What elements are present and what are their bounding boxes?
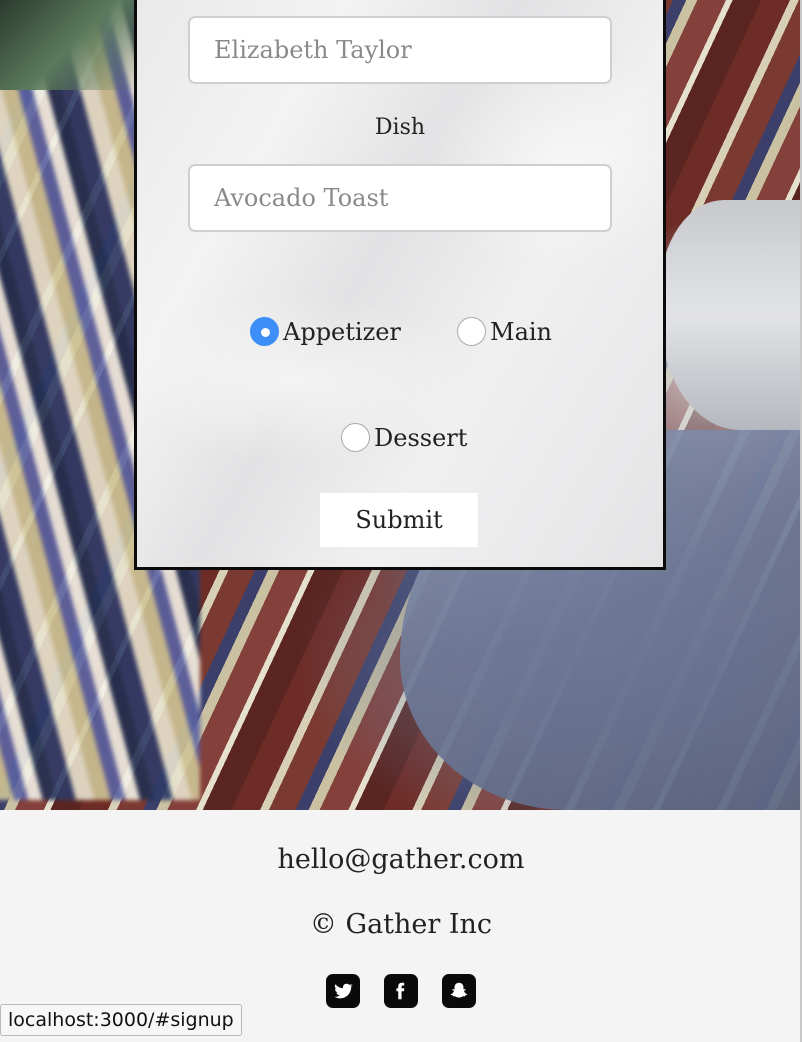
facebook-icon[interactable] [384,974,418,1008]
radio-appetizer-circle[interactable] [250,317,279,346]
footer-email: hello@gather.com [277,844,525,875]
dish-input[interactable] [188,164,612,232]
dish-label: Dish [374,115,426,140]
radio-appetizer[interactable]: Appetizer [250,317,401,346]
radio-dessert-circle[interactable] [341,423,370,452]
social-links [0,974,802,1008]
browser-status-url: localhost:3000/#signup [0,1004,242,1036]
name-input[interactable] [188,16,612,84]
radio-dessert[interactable]: Dessert [341,423,467,452]
radio-main[interactable]: Main [457,317,552,346]
radio-appetizer-label: Appetizer [283,317,401,346]
footer-copyright: © Gather Inc [309,909,493,940]
background-shirt [660,200,802,430]
background-shadow [0,0,140,90]
signup-form-card: Dish Appetizer Main Dessert Submit [134,0,666,570]
snapchat-icon[interactable] [442,974,476,1008]
twitter-icon[interactable] [326,974,360,1008]
radio-main-circle[interactable] [457,317,486,346]
radio-main-label: Main [490,317,553,346]
submit-button[interactable]: Submit [320,493,478,547]
radio-dessert-label: Dessert [374,423,468,452]
